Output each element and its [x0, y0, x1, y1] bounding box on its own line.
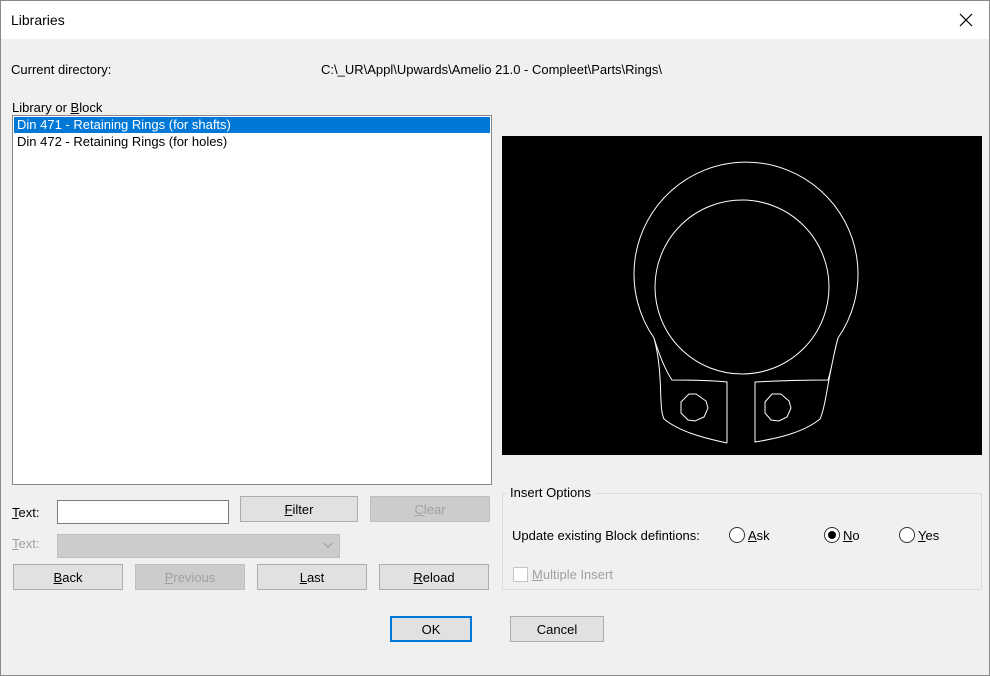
filter-button[interactable]: Filter [240, 496, 358, 522]
title-bar: Libraries [1, 1, 989, 39]
radio-no[interactable] [824, 527, 840, 543]
clear-button[interactable]: Clear [370, 496, 490, 522]
library-list[interactable]: Din 471 - Retaining Rings (for shafts) D… [12, 115, 492, 485]
previous-button[interactable]: Previous [135, 564, 245, 590]
retaining-ring-drawing [633, 161, 859, 444]
last-button[interactable]: Last [257, 564, 367, 590]
ok-button[interactable]: OK [390, 616, 472, 642]
list-item[interactable]: Din 472 - Retaining Rings (for holes) [14, 134, 490, 150]
radio-no-label: No [843, 528, 860, 543]
radio-yes[interactable] [899, 527, 915, 543]
insert-options-title: Insert Options [507, 485, 594, 500]
radio-ask[interactable] [729, 527, 745, 543]
radio-yes-label: Yes [918, 528, 940, 543]
cancel-button[interactable]: Cancel [510, 616, 604, 642]
text-filter-label: Text: [12, 505, 40, 520]
text-combo-label: Text: [12, 536, 40, 551]
back-button[interactable]: Back [13, 564, 123, 590]
chevron-down-icon [323, 542, 333, 548]
block-preview [502, 136, 982, 455]
library-or-block-label: Library or Block [12, 100, 103, 115]
list-item[interactable]: Din 471 - Retaining Rings (for shafts) [14, 117, 490, 133]
text-combo[interactable] [57, 534, 340, 558]
window-title: Libraries [11, 12, 65, 28]
close-button[interactable] [951, 5, 981, 35]
close-icon [959, 13, 973, 27]
multiple-insert-label: Multiple Insert [532, 567, 613, 582]
update-definitions-label: Update existing Block defintions: [512, 528, 700, 543]
multiple-insert-checkbox[interactable] [513, 567, 528, 582]
current-directory-label: Current directory: [11, 62, 112, 77]
libraries-dialog: Libraries Current directory: C:\_UR\Appl… [0, 0, 990, 676]
reload-button[interactable]: Reload [379, 564, 489, 590]
text-filter-input[interactable] [57, 500, 229, 524]
current-directory-path: C:\_UR\Appl\Upwards\Amelio 21.0 - Comple… [321, 62, 663, 77]
radio-ask-label: Ask [748, 528, 770, 543]
